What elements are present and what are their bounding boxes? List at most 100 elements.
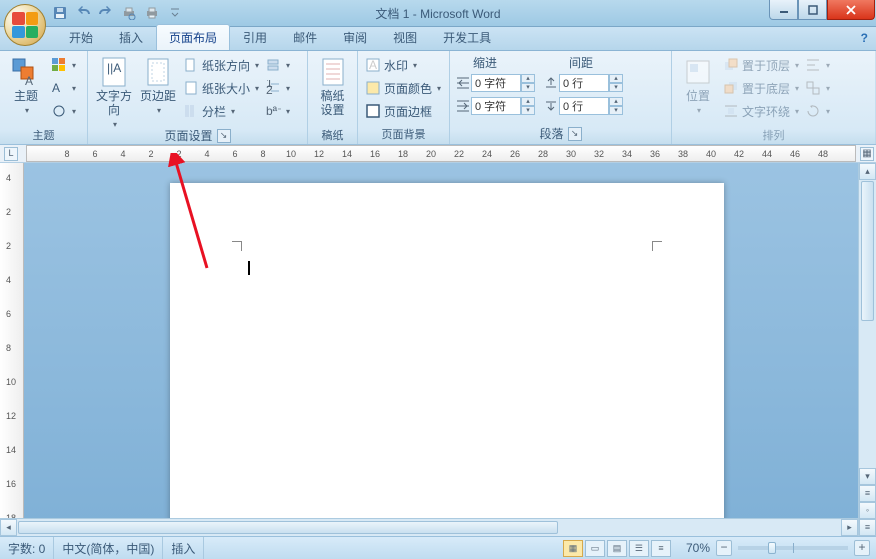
space-after-input[interactable] (559, 97, 609, 115)
close-button[interactable] (827, 0, 875, 20)
margin-corner-tl (232, 241, 242, 251)
vscroll-thumb[interactable] (861, 181, 874, 321)
office-button[interactable] (4, 4, 46, 46)
scroll-right-button[interactable]: ▸ (841, 519, 858, 536)
qat-customize-icon[interactable] (167, 5, 183, 21)
indent-left-up[interactable]: ▴ (521, 74, 535, 83)
theme-colors-button[interactable]: ▾ (49, 54, 78, 76)
status-language[interactable]: 中文(简体，中国) (54, 537, 163, 559)
scroll-up-button[interactable]: ▴ (859, 163, 876, 180)
view-outline[interactable]: ☰ (629, 540, 649, 557)
status-insert-mode[interactable]: 插入 (163, 537, 204, 559)
text-direction-button[interactable]: ||A 文字方向▾ (93, 54, 135, 126)
indent-left-icon (455, 75, 471, 91)
document-viewport[interactable] (24, 163, 876, 536)
view-web-layout[interactable]: ▤ (607, 540, 627, 557)
svg-text:A: A (52, 81, 60, 95)
hyphenation-button[interactable]: bª⁻▾ (263, 100, 292, 122)
tab-page-layout[interactable]: 页面布局 (156, 24, 230, 50)
zoom-out-button[interactable]: − (716, 540, 732, 556)
svg-text:A: A (25, 74, 33, 87)
horizontal-ruler[interactable]: L 86422468101214161820222426283032343638… (0, 145, 876, 163)
zoom-in-button[interactable]: + (854, 540, 870, 556)
watermark-button[interactable]: A水印▾ (363, 54, 443, 76)
page-color-button[interactable]: 页面颜色▾ (363, 77, 443, 99)
qat-redo-icon[interactable] (98, 5, 114, 21)
hscroll-thumb[interactable] (18, 521, 558, 534)
ribbon-tabs: 开始 插入 页面布局 引用 邮件 审阅 视图 开发工具 ? (0, 27, 876, 51)
qat-undo-icon[interactable] (75, 5, 91, 21)
send-back-button[interactable]: 置于底层▾ (721, 77, 801, 99)
scroll-down-button[interactable]: ▾ (859, 468, 876, 485)
view-full-screen[interactable]: ▭ (585, 540, 605, 557)
view-print-layout[interactable]: ▦ (563, 540, 583, 557)
space-before-down[interactable]: ▾ (609, 83, 623, 92)
tab-developer[interactable]: 开发工具 (430, 24, 504, 50)
draft-label: 稿纸 设置 (320, 90, 344, 118)
tab-view[interactable]: 视图 (380, 24, 430, 50)
breaks-button[interactable]: ▾ (263, 54, 292, 76)
indent-left-down[interactable]: ▾ (521, 83, 535, 92)
qat-quick-print-icon[interactable] (144, 5, 160, 21)
columns-button[interactable]: 分栏▾ (181, 100, 261, 122)
indent-right-up[interactable]: ▴ (521, 97, 535, 106)
indent-right-input[interactable] (471, 97, 521, 115)
position-label: 位置 (686, 90, 710, 104)
space-after-down[interactable]: ▾ (609, 106, 623, 115)
zoom-slider[interactable] (738, 546, 848, 550)
tab-selector[interactable]: L (4, 147, 18, 161)
bring-front-button[interactable]: 置于顶层▾ (721, 54, 801, 76)
minimize-button[interactable] (769, 0, 798, 20)
tab-review[interactable]: 审阅 (330, 24, 380, 50)
qat-print-preview-icon[interactable] (121, 5, 137, 21)
horizontal-scrollbar[interactable]: ◂ ▸ (0, 518, 858, 536)
select-browse-button[interactable]: ◦ (859, 502, 876, 519)
rotate-button[interactable]: ▾ (803, 100, 832, 122)
space-before-input[interactable] (559, 74, 609, 92)
office-logo-icon (12, 12, 38, 38)
line-numbers-button[interactable]: 12▾ (263, 77, 292, 99)
svg-text:2: 2 (266, 83, 273, 96)
margins-button[interactable]: 页边距▾ (137, 54, 179, 126)
scroll-left-button[interactable]: ◂ (0, 519, 17, 536)
indent-right-down[interactable]: ▾ (521, 106, 535, 115)
maximize-button[interactable] (798, 0, 827, 20)
text-wrap-button[interactable]: 文字环绕▾ (721, 100, 801, 122)
svg-text:bª⁻: bª⁻ (266, 104, 281, 118)
indent-left-input[interactable] (471, 74, 521, 92)
paragraph-launcher[interactable]: ↘ (568, 127, 582, 141)
vertical-scrollbar[interactable]: ▴ ▾ ≡ ◦ ≡ (858, 163, 876, 536)
position-button[interactable]: 位置▾ (677, 54, 719, 126)
align-button[interactable]: ▾ (803, 54, 832, 76)
margins-icon (142, 56, 174, 88)
text-direction-icon: ||A (98, 56, 130, 88)
zoom-thumb[interactable] (768, 542, 776, 554)
theme-fonts-button[interactable]: A▾ (49, 77, 78, 99)
vertical-ruler[interactable]: 4224681012141618 (0, 163, 24, 536)
space-before-up[interactable]: ▴ (609, 74, 623, 83)
help-button[interactable]: ? (861, 31, 868, 45)
group-button[interactable]: ▾ (803, 77, 832, 99)
page-borders-button[interactable]: 页面边框 (363, 100, 443, 122)
page-setup-launcher[interactable]: ↘ (217, 129, 231, 143)
qat-save-icon[interactable] (52, 5, 68, 21)
tab-home[interactable]: 开始 (56, 24, 106, 50)
draft-settings-button[interactable]: 稿纸 设置 (313, 54, 352, 126)
themes-button[interactable]: A 主题▾ (5, 54, 47, 126)
zoom-level[interactable]: 70% (686, 541, 710, 555)
indent-header: 缩进 (473, 54, 497, 71)
space-after-up[interactable]: ▴ (609, 97, 623, 106)
status-word-count[interactable]: 字数: 0 (0, 537, 54, 559)
page-size-button[interactable]: 纸张大小▾ (181, 77, 261, 99)
margins-label: 页边距 (140, 90, 176, 104)
tab-mailings[interactable]: 邮件 (280, 24, 330, 50)
browse-prev-button[interactable]: ≡ (859, 485, 876, 502)
ruler-toggle-button[interactable]: ▦ (860, 147, 874, 161)
theme-effects-button[interactable]: ▾ (49, 100, 78, 122)
orientation-button[interactable]: 纸张方向▾ (181, 54, 261, 76)
view-draft[interactable]: ≡ (651, 540, 671, 557)
tab-references[interactable]: 引用 (230, 24, 280, 50)
browse-next-button[interactable]: ≡ (859, 519, 876, 536)
tab-insert[interactable]: 插入 (106, 24, 156, 50)
group-page-bg-label: 页面背景 (363, 125, 444, 143)
